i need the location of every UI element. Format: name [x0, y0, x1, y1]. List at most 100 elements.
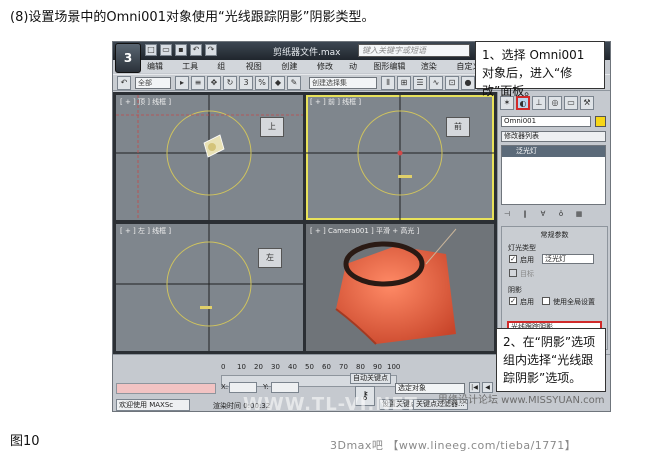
viewport-label[interactable]: [ + ] Camera001 ] 平滑 + 高光 ] — [310, 226, 419, 236]
menu-animation[interactable]: 动画 — [349, 60, 364, 84]
viewport-label[interactable]: [ + ] 前 ] 线框 ] — [310, 97, 361, 107]
open-file-icon[interactable]: ▭ — [160, 44, 172, 56]
window-title: 剪纸器文件.max — [273, 48, 341, 58]
select-by-name-icon[interactable]: ≡ — [191, 76, 205, 90]
tick-label: 90 — [373, 363, 382, 371]
viewport-front-grid — [306, 95, 494, 220]
curve-editor-icon[interactable]: ∿ — [429, 76, 443, 90]
viewport-left-grid — [116, 224, 303, 351]
x-coordinate-field[interactable] — [229, 382, 257, 393]
mirror-icon[interactable]: ⫴ — [381, 76, 395, 90]
command-panel: ✶ ◐ ⊥ ◎ ▭ ⚒ Omni001 修改器列表 泛光灯 ⊣ ‖ ∀ ô ▦ … — [497, 92, 610, 354]
viewport-top[interactable]: [ + ] 顶 ] 线框 ] 上 — [116, 95, 303, 220]
watermark-footer: 3Dmax吧 【www.lineeg.com/tieba/1771】 — [330, 439, 577, 452]
shadow-group-label: 阴影 — [508, 286, 522, 294]
undo-toolbar-icon[interactable]: ↶ — [117, 76, 131, 90]
viewport-label[interactable]: [ + ] 顶 ] 线框 ] — [120, 97, 171, 107]
menu-views[interactable]: 视图(V) — [246, 60, 273, 84]
motion-tab-icon[interactable]: ◎ — [548, 96, 562, 110]
schematic-view-icon[interactable]: ⊡ — [445, 76, 459, 90]
viewcube-top-icon[interactable]: 上 — [260, 117, 284, 137]
pin-stack-icon[interactable]: ⊣ — [501, 210, 513, 221]
menu-create[interactable]: 创建(C) — [281, 60, 308, 84]
light-enable-label: 启用 — [520, 256, 534, 264]
global-settings-checkbox[interactable] — [542, 297, 550, 305]
select-rotate-icon[interactable]: ↻ — [223, 76, 237, 90]
tick-label: 50 — [305, 363, 314, 371]
search-input[interactable]: 键入关键字或短语 — [358, 44, 470, 57]
tick-label: 40 — [288, 363, 297, 371]
light-type-group-label: 灯光类型 — [508, 244, 536, 252]
tick-label: 30 — [271, 363, 280, 371]
utilities-tab-icon[interactable]: ⚒ — [580, 96, 594, 110]
figure-label: 图10 — [10, 434, 40, 449]
layer-manager-icon[interactable]: ☰ — [413, 76, 427, 90]
object-color-swatch[interactable] — [595, 116, 606, 127]
tick-label: 0 — [221, 363, 226, 371]
watermark-center: WWW.TL-VI.NET — [243, 394, 418, 412]
target-checkbox[interactable] — [509, 269, 517, 277]
menu-group[interactable]: 组(G) — [217, 60, 237, 84]
viewport-left[interactable]: [ + ] 左 ] 线框 ] 左 — [116, 224, 303, 351]
maxscript-listener-mini[interactable] — [116, 383, 216, 394]
viewport-label[interactable]: [ + ] 左 ] 线框 ] — [120, 226, 171, 236]
callout-step-2: 2、在“阴影”选项组内选择“光线跟踪阴影”选项。 — [496, 328, 606, 392]
watermark-corner: 思缘设计论坛 www.MISSYUAN.com — [438, 395, 605, 406]
display-tab-icon[interactable]: ▭ — [564, 96, 578, 110]
menu-graph-editors[interactable]: 图形编辑器 — [373, 60, 411, 84]
edit-named-selection-icon[interactable]: ✎ — [287, 76, 301, 90]
remove-modifier-icon[interactable]: ô — [555, 210, 567, 221]
viewport-front[interactable]: [ + ] 前 ] 线框 ] 前 — [306, 95, 494, 220]
viewport-camera[interactable]: [ + ] Camera001 ] 平滑 + 高光 ] — [306, 224, 494, 351]
named-selection-set-select[interactable]: 创建选择集 — [309, 77, 377, 89]
modifier-stack: 泛光灯 — [501, 145, 606, 205]
menu-rendering[interactable]: 渲染(R) — [421, 60, 448, 84]
spinner-snap-icon[interactable]: ◆ — [271, 76, 285, 90]
viewport-top-grid — [116, 95, 303, 220]
selection-filter-select[interactable]: 全部 — [135, 77, 171, 89]
menu-bar: 编辑(E) 工具(T) 组(G) 视图(V) 创建(C) 修改器 动画 图形编辑… — [141, 60, 491, 84]
tick-label: 100 — [387, 363, 401, 371]
save-file-icon[interactable]: ▪ — [175, 44, 187, 56]
redo-icon[interactable]: ↷ — [205, 44, 217, 56]
tick-label: 70 — [339, 363, 348, 371]
y-label: Y: — [263, 383, 269, 391]
status-welcome: 欢迎使用 MAXSc — [116, 399, 190, 411]
make-unique-icon[interactable]: ∀ — [537, 210, 549, 221]
step-caption: (8)设置场景中的Omni001对象使用“光线跟踪阴影”阴影类型。 — [10, 10, 375, 25]
menu-edit[interactable]: 编辑(E) — [147, 60, 173, 84]
y-coordinate-field[interactable] — [271, 382, 299, 393]
light-enable-checkbox[interactable]: ✓ — [509, 255, 517, 263]
shadow-enable-label: 启用 — [520, 298, 534, 306]
show-end-result-icon[interactable]: ‖ — [519, 210, 531, 221]
tick-label: 60 — [322, 363, 331, 371]
menu-modifiers[interactable]: 修改器 — [317, 60, 340, 84]
stack-tools: ⊣ ‖ ∀ ô ▦ — [501, 210, 585, 221]
select-object-icon[interactable]: ▸ — [175, 76, 189, 90]
percent-snap-icon[interactable]: % — [255, 76, 269, 90]
global-settings-label: 使用全局设置 — [553, 298, 595, 306]
viewcube-front-icon[interactable]: 前 — [446, 117, 470, 137]
new-file-icon[interactable]: □ — [145, 44, 157, 56]
align-icon[interactable]: ⊞ — [397, 76, 411, 90]
modifier-list-select[interactable]: 修改器列表 — [501, 131, 606, 142]
undo-icon[interactable]: ↶ — [190, 44, 202, 56]
rollout-title[interactable]: 常规参数 — [502, 230, 607, 240]
configure-sets-icon[interactable]: ▦ — [573, 210, 585, 221]
app-logo-button[interactable]: 3 — [115, 43, 141, 73]
select-move-icon[interactable]: ✥ — [207, 76, 221, 90]
tick-label: 10 — [237, 363, 246, 371]
target-label: 目标 — [520, 270, 534, 278]
stack-item-omni-light[interactable]: 泛光灯 — [502, 146, 605, 157]
viewcube-left-icon[interactable]: 左 — [258, 248, 282, 268]
menu-tools[interactable]: 工具(T) — [182, 60, 208, 84]
shadow-enable-checkbox[interactable]: ✓ — [509, 297, 517, 305]
material-editor-icon[interactable]: ● — [461, 76, 475, 90]
object-name-field[interactable]: Omni001 — [501, 116, 591, 127]
angle-snap-icon[interactable]: 3 — [239, 76, 253, 90]
tick-label: 20 — [254, 363, 263, 371]
callout-step-1: 1、选择 Omni001 对象后，进入“修改”面板。 — [475, 41, 605, 98]
auto-key-button[interactable]: 自动关键点 — [350, 373, 391, 384]
light-type-select[interactable]: 泛光灯 — [542, 254, 594, 264]
tick-label: 80 — [356, 363, 365, 371]
